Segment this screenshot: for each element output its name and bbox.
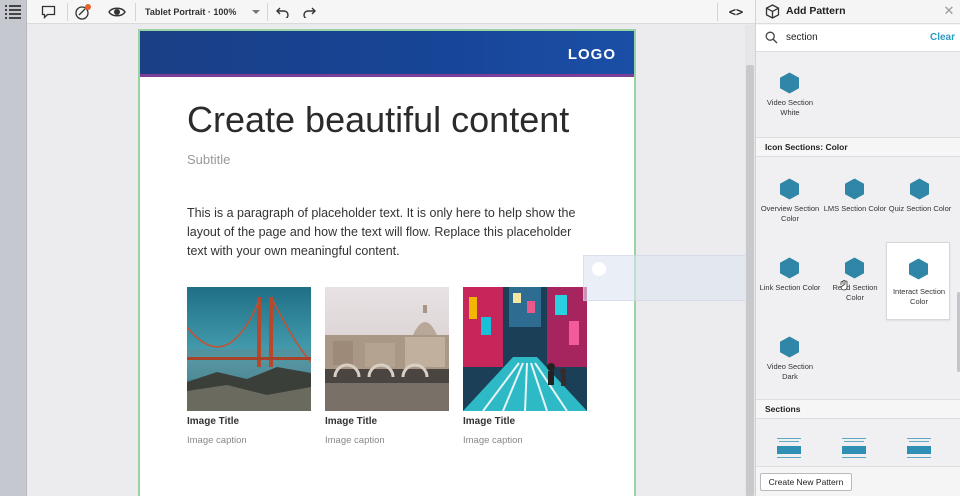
neon-street-image	[463, 287, 587, 411]
pattern-tile[interactable]: Overview Section Color	[758, 170, 822, 246]
image-caption[interactable]: Image caption	[325, 435, 449, 446]
pattern-tile-selected[interactable]: Interact Section Color	[886, 242, 950, 320]
pattern-tile[interactable]: Quiz Section Color	[888, 170, 952, 246]
image-card[interactable]: Image Title Image caption	[325, 287, 449, 446]
hexagon-icon	[845, 257, 864, 279]
pattern-search[interactable]: section Clear	[756, 25, 960, 52]
hexagon-icon	[910, 178, 929, 200]
review-icon[interactable]	[73, 2, 93, 22]
page-preview[interactable]: LOGO Create beautiful content Subtitle T…	[138, 29, 636, 496]
image-card[interactable]: Image Title Image caption	[463, 287, 587, 446]
workspace-scrollbar-thumb[interactable]	[746, 65, 754, 496]
clear-search-button[interactable]: Clear	[930, 32, 955, 43]
image-card[interactable]: Image Title Image caption	[187, 287, 311, 446]
editor-toolbar: Tablet Portrait · 100% <>	[27, 0, 755, 24]
search-icon	[765, 31, 778, 49]
pattern-label: Interact Section Color	[892, 287, 946, 306]
pattern-label: Quiz Section Color	[888, 204, 952, 213]
pattern-label: Video Section Dark	[766, 362, 814, 381]
close-icon[interactable]: ✕	[941, 3, 957, 19]
pattern-label: LMS Section Color	[823, 204, 887, 213]
hexagon-icon	[909, 258, 928, 280]
device-select-label: Tablet Portrait · 100%	[145, 7, 237, 17]
pattern-label: Video Section White	[766, 98, 814, 117]
pattern-label: Read Section Color	[832, 283, 878, 302]
image-title[interactable]: Image Title	[325, 416, 449, 427]
hexagon-icon	[780, 257, 799, 279]
section-pattern-thumbnail[interactable]	[842, 438, 894, 466]
image-caption[interactable]: Image caption	[463, 435, 587, 446]
rome-cityscape-image	[325, 287, 449, 411]
group-header: Icon Sections: Color	[756, 137, 960, 157]
left-rail	[0, 0, 27, 496]
image-caption[interactable]: Image caption	[187, 435, 311, 446]
pattern-list: Video Section White Icon Sections: Color…	[756, 52, 960, 466]
hexagon-icon	[780, 336, 799, 358]
hexagon-icon	[845, 178, 864, 200]
add-pattern-panel: Add Pattern ✕ section Clear Video Sectio…	[755, 0, 960, 496]
pattern-tile[interactable]: LMS Section Color	[823, 170, 887, 246]
panel-footer: Create New Pattern	[756, 466, 960, 496]
image-title[interactable]: Image Title	[187, 416, 311, 427]
pattern-label: Link Section Color	[759, 283, 821, 292]
panel-title: Add Pattern	[786, 5, 846, 17]
search-input[interactable]: section	[786, 32, 818, 43]
canvas-workspace: LOGO Create beautiful content Subtitle T…	[27, 25, 755, 496]
code-view-button[interactable]: <>	[725, 3, 747, 21]
pattern-tile[interactable]: Video Section Dark	[758, 328, 822, 404]
header-banner[interactable]: LOGO	[140, 31, 634, 77]
preview-eye-icon[interactable]	[107, 2, 127, 22]
pattern-tile[interactable]: Video Section White	[758, 64, 822, 140]
page-title[interactable]: Create beautiful content	[187, 99, 569, 141]
create-new-pattern-button[interactable]: Create New Pattern	[760, 473, 852, 491]
outline-menu-icon[interactable]	[5, 4, 21, 19]
chevron-down-icon	[252, 10, 260, 14]
comment-icon[interactable]	[38, 2, 58, 22]
pattern-tile[interactable]: Link Section Color	[758, 249, 822, 325]
hexagon-icon	[780, 72, 799, 94]
cube-icon	[765, 4, 780, 24]
grab-cursor-icon	[838, 278, 850, 296]
image-title[interactable]: Image Title	[463, 416, 587, 427]
drag-ghost-preview	[583, 255, 755, 301]
page-paragraph[interactable]: This is a paragraph of placeholder text.…	[187, 204, 587, 261]
pattern-tile[interactable]: Read Section Color	[823, 249, 887, 325]
redo-icon[interactable]	[299, 2, 319, 22]
hexagon-icon	[780, 178, 799, 200]
pattern-label: Overview Section Color	[760, 204, 820, 223]
section-pattern-thumbnail[interactable]	[777, 438, 829, 466]
page-subtitle[interactable]: Subtitle	[187, 152, 230, 167]
golden-gate-bridge-image	[187, 287, 311, 411]
logo: LOGO	[567, 46, 616, 63]
panel-header: Add Pattern ✕	[756, 0, 960, 24]
device-select[interactable]: Tablet Portrait · 100%	[145, 3, 260, 21]
section-pattern-thumbnail[interactable]	[907, 438, 959, 466]
undo-icon[interactable]	[273, 2, 293, 22]
group-header: Sections	[756, 399, 960, 419]
